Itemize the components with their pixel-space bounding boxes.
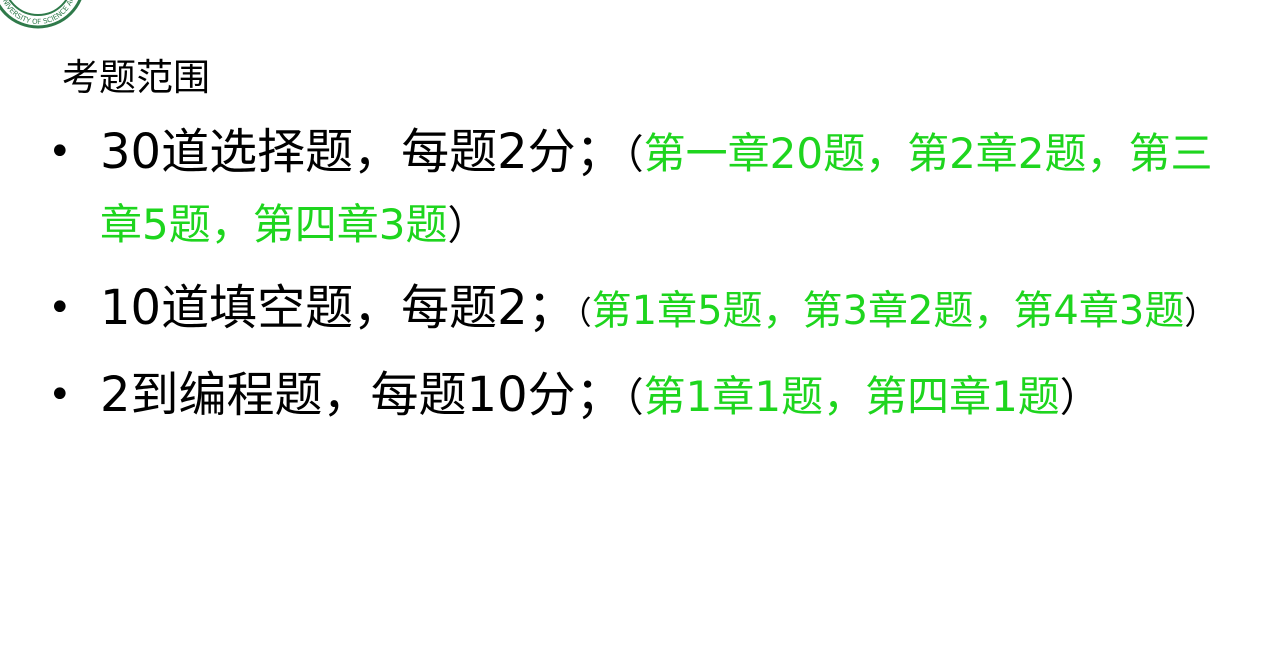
chapter-distribution-note: 第1章1题，第四章1题 <box>643 372 1060 421</box>
note-close-bracket: ） <box>1059 375 1100 421</box>
bullet-main-text: 2到编程题，每题10分； <box>100 367 624 423</box>
note-open-bracket: （ <box>575 294 592 332</box>
bullet-dot-icon: • <box>48 285 72 331</box>
note-close-bracket: ） <box>1184 294 1217 332</box>
chapter-distribution-note: 第1章5题，第3章2题，第4章3题 <box>591 288 1185 334</box>
bullet-multiple-choice: • 30道选择题，每题2分；（第一章20题，第2章2题，第三章5题，第四章3题） <box>48 118 1245 260</box>
section-subtitle: 考题范围 <box>62 56 210 99</box>
note-open-bracket: （ <box>623 132 644 178</box>
note-open-bracket: （ <box>623 375 644 421</box>
exam-scope-list: • 30道选择题，每题2分；（第一章20题，第2章2题，第三章5题，第四章3题）… <box>0 118 1271 446</box>
bullet-dot-icon: • <box>48 372 72 418</box>
bullet-main-text: 10道填空题，每题2； <box>100 280 576 336</box>
bullet-fill-in-blank: • 10道填空题，每题2；（第1章5题，第3章2题，第4章3题） <box>48 274 1245 347</box>
note-close-bracket: ） <box>447 203 488 249</box>
university-seal-logo: UNIVERSITY OF SCIENCE AND TECHNOLOGY <box>0 0 82 29</box>
bullet-programming: • 2到编程题，每题10分；（第1章1题，第四章1题） <box>48 361 1245 432</box>
bullet-main-text: 30道选择题，每题2分； <box>100 124 624 180</box>
bullet-dot-icon: • <box>48 129 72 175</box>
